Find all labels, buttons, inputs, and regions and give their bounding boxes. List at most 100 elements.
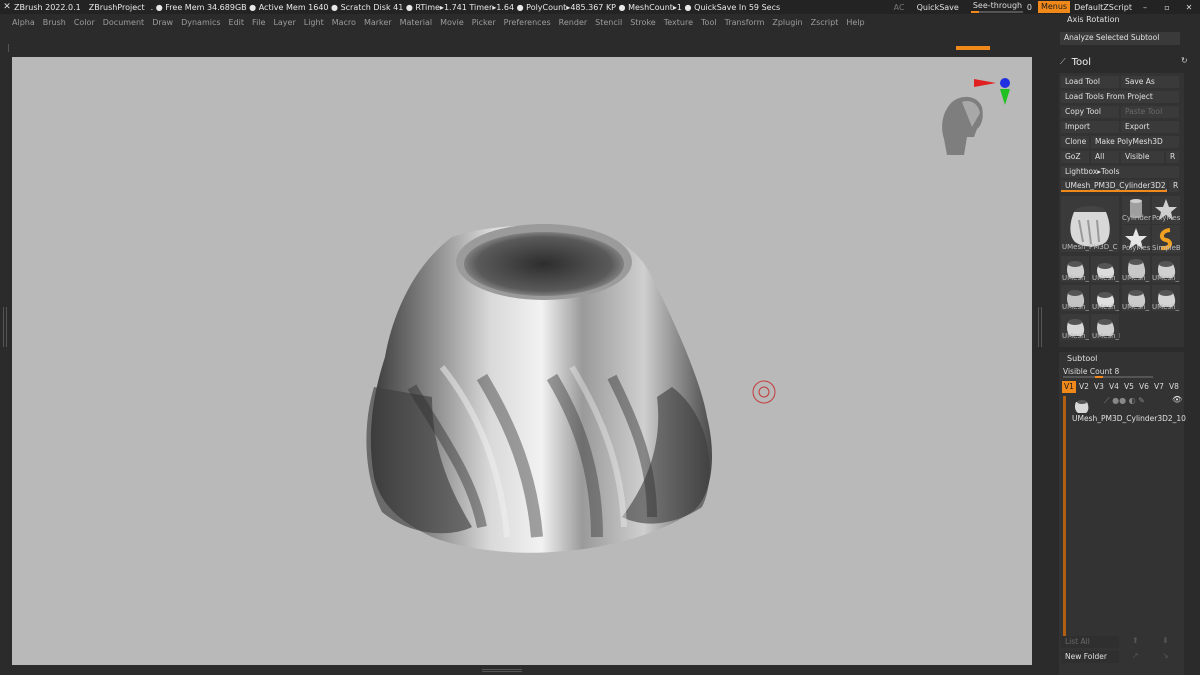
make-polymesh3d-button[interactable]: Make PolyMesh3D (1091, 136, 1179, 148)
menu-transform[interactable]: Transform (721, 18, 769, 27)
subtool-list-item[interactable]: ⟋ ●● ◐ ✎ 👁 UMesh_PM3D_Cylinder3D2_10 (1068, 395, 1186, 426)
subtool-item-label: UMesh_PM3D_Cylinder3D2_10 (1072, 414, 1186, 423)
default-zscript-button[interactable]: DefaultZScript (1072, 3, 1134, 12)
right-tray-grip[interactable] (1038, 307, 1042, 347)
load-tool-button[interactable]: Load Tool (1061, 76, 1119, 88)
bottom-tray-grip[interactable] (482, 669, 522, 672)
menu-help[interactable]: Help (842, 18, 868, 27)
pin-icon[interactable]: ⟋ (1060, 57, 1066, 67)
arrow-down-icon[interactable]: ↘ (1162, 651, 1169, 660)
menu-color[interactable]: Color (70, 18, 99, 27)
menu-stencil[interactable]: Stencil (591, 18, 626, 27)
tab-v6[interactable]: V6 (1137, 381, 1151, 393)
refresh-icon[interactable]: ↻ (1181, 56, 1188, 65)
menu-material[interactable]: Material (396, 18, 437, 27)
goz-visible-button[interactable]: Visible (1121, 151, 1164, 163)
export-button[interactable]: Export (1121, 121, 1179, 133)
menu-file[interactable]: File (248, 18, 269, 27)
tab-v5[interactable]: V5 (1122, 381, 1136, 393)
arrow-up-icon[interactable]: ↗ (1132, 651, 1139, 660)
minimize-icon[interactable]: – (1134, 3, 1156, 12)
y-axis-arrow[interactable] (1000, 89, 1010, 105)
menu-tool[interactable]: Tool (697, 18, 721, 27)
menu-marker[interactable]: Marker (360, 18, 396, 27)
menu-edit[interactable]: Edit (225, 18, 249, 27)
menu-brush[interactable]: Brush (39, 18, 70, 27)
load-tools-from-project-button[interactable]: Load Tools From Project (1061, 91, 1179, 103)
zbrush-logo-icon: ✕ (3, 2, 11, 12)
eye-icon[interactable]: 👁 (1172, 395, 1182, 404)
menu-render[interactable]: Render (555, 18, 591, 27)
quicksave-button[interactable]: QuickSave (911, 3, 965, 12)
save-as-button[interactable]: Save As (1121, 76, 1179, 88)
menu-movie[interactable]: Movie (436, 18, 468, 27)
right-tray[interactable] (1032, 57, 1056, 665)
current-tool-r-button[interactable]: R (1169, 180, 1179, 192)
lightbox-tools-button[interactable]: Lightbox▸Tools (1061, 166, 1179, 178)
menu-zscript[interactable]: Zscript (807, 18, 843, 27)
goz-all-button[interactable]: All (1091, 151, 1119, 163)
project-name: ZBrushProject (88, 2, 145, 12)
tab-v2[interactable]: V2 (1077, 381, 1091, 393)
tool-thumb-umesh-5-label: UMesh_ (1062, 303, 1090, 311)
menu-stroke[interactable]: Stroke (626, 18, 660, 27)
tool-thumb-simplebrush-label: SimpleB (1152, 244, 1180, 252)
copy-tool-button[interactable]: Copy Tool (1061, 106, 1119, 118)
move-up-icon[interactable]: ⬆ (1132, 636, 1139, 645)
import-button[interactable]: Import (1061, 121, 1119, 133)
x-axis-arrow[interactable] (974, 79, 996, 87)
axis-rotation-label: Axis Rotation (1067, 15, 1120, 24)
menu-dynamics[interactable]: Dynamics (177, 18, 224, 27)
tool-thumb-cylinder-label: Cylinder (1122, 214, 1151, 222)
right-panel: Axis Rotation Analyze Selected Subtool ⟋… (1056, 14, 1200, 675)
see-through-slider[interactable]: See-through 0 (970, 1, 1032, 13)
navigation-head-gizmo[interactable] (942, 78, 1010, 155)
document-canvas[interactable] (12, 57, 1032, 665)
tool-thumb-polymesh-1-label: PolyMes (1152, 214, 1180, 222)
menu-light[interactable]: Light (300, 18, 328, 27)
close-icon[interactable]: ✕ (1178, 3, 1200, 12)
goz-r-button[interactable]: R (1166, 151, 1179, 163)
subtool-title: Subtool (1067, 354, 1098, 363)
subtool-scrollbar[interactable] (1063, 396, 1066, 636)
menus-toggle-button[interactable]: Menus (1037, 1, 1071, 13)
tab-v4[interactable]: V4 (1107, 381, 1121, 393)
tab-v7[interactable]: V7 (1152, 381, 1166, 393)
tool-palette-header[interactable]: ⟋ Tool (1060, 55, 1184, 69)
z-axis-dot[interactable] (1000, 78, 1010, 88)
menu-document[interactable]: Document (99, 18, 148, 27)
brush-cursor (752, 380, 776, 404)
ac-button[interactable]: AC (888, 3, 911, 12)
visible-count-slider[interactable]: Visible Count 8 (1063, 367, 1153, 378)
see-through-label: See-through (972, 1, 1023, 10)
current-tool-slider[interactable]: UMesh_PM3D_Cylinder3D2_1 (1061, 180, 1167, 192)
goz-button[interactable]: GoZ (1061, 151, 1089, 163)
left-tray-grip[interactable] (3, 307, 7, 347)
analyze-subtool-button[interactable]: Analyze Selected Subtool (1060, 32, 1180, 45)
viewport-svg[interactable] (12, 57, 1032, 665)
tab-v1[interactable]: V1 (1062, 381, 1076, 393)
maximize-icon[interactable]: ▫ (1156, 3, 1178, 12)
subtool-options-icons[interactable]: ⟋ ●● ◐ ✎ (1104, 396, 1145, 406)
new-folder-button[interactable]: New Folder (1061, 651, 1119, 663)
menu-alpha[interactable]: Alpha (8, 18, 39, 27)
move-down-icon[interactable]: ⬇ (1162, 636, 1169, 645)
tab-v8[interactable]: V8 (1167, 381, 1181, 393)
menu-zplugin[interactable]: Zplugin (768, 18, 806, 27)
menu-preferences[interactable]: Preferences (500, 18, 555, 27)
menu-layer[interactable]: Layer (269, 18, 299, 27)
menu-picker[interactable]: Picker (468, 18, 500, 27)
menu-macro[interactable]: Macro (328, 18, 360, 27)
tool-thumb-umesh-7-label: UMesh_ (1122, 303, 1150, 311)
menu-texture[interactable]: Texture (660, 18, 697, 27)
left-tray[interactable] (0, 57, 12, 665)
tool-palette-title: Tool (1071, 56, 1092, 68)
menu-draw[interactable]: Draw (148, 18, 177, 27)
list-all-button[interactable]: List All (1061, 636, 1119, 648)
paste-tool-button[interactable]: Paste Tool (1121, 106, 1179, 118)
tab-v3[interactable]: V3 (1092, 381, 1106, 393)
bottom-tray[interactable] (0, 665, 1056, 675)
sculpted-mesh[interactable] (366, 224, 712, 553)
clone-button[interactable]: Clone (1061, 136, 1089, 148)
tool-thumb-main-label: UMesh_PM3D_C (1062, 243, 1118, 251)
